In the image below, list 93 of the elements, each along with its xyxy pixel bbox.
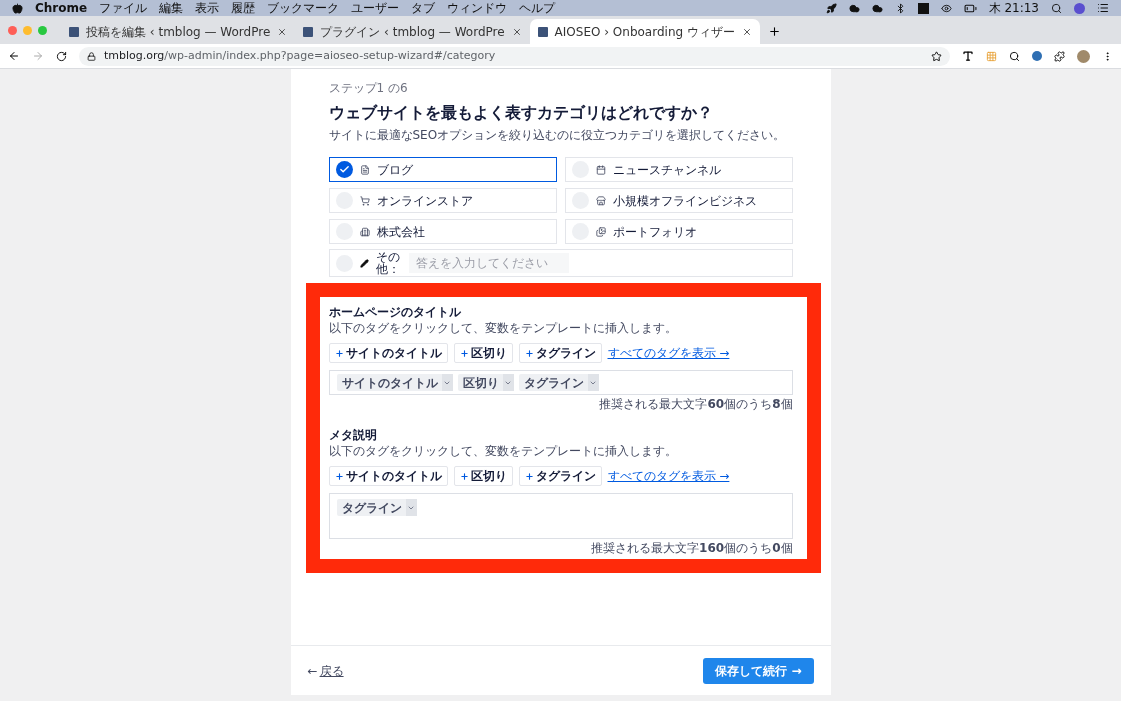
add-tag-button[interactable]: 区切り <box>453 343 513 363</box>
search-icon[interactable] <box>1051 2 1062 14</box>
back-link[interactable]: ← 戻る <box>307 661 344 680</box>
menu-item[interactable]: ウィンドウ <box>447 1 508 15</box>
plus-icon <box>524 471 534 481</box>
tag-chip[interactable]: 区切り <box>457 374 514 391</box>
menu-item[interactable]: 表示 <box>195 1 220 15</box>
tag-chip[interactable]: タグライン <box>518 374 599 391</box>
add-tag-button[interactable]: サイトのタイトル <box>328 466 448 486</box>
category-label: 小規模オフラインビジネス <box>612 192 757 210</box>
add-tag-button[interactable]: タグライン <box>518 466 602 486</box>
storefront-icon <box>595 195 606 206</box>
title-input-field[interactable]: サイトのタイトル 区切り タグライン <box>328 370 793 395</box>
section-help: 以下のタグをクリックして、変数をテンプレートに挿入します。 <box>328 321 678 336</box>
tab-title: プラグイン ‹ tmblog — WordPre <box>320 23 505 41</box>
menu-item[interactable]: ファイル <box>99 1 148 15</box>
tag-chip[interactable]: タグライン <box>336 499 417 516</box>
menu-item[interactable]: ユーザー <box>351 1 400 15</box>
category-option[interactable]: ポートフォリオ <box>564 219 793 244</box>
menu-item[interactable]: 編集 <box>159 1 184 15</box>
menu-item[interactable]: 履歴 <box>231 1 256 15</box>
plus-icon <box>334 471 344 481</box>
close-icon[interactable] <box>511 26 522 37</box>
category-option[interactable]: ニュースチャンネル <box>564 157 793 182</box>
tag-chip[interactable]: サイトのタイトル <box>336 374 453 391</box>
favicon-icon <box>69 26 79 37</box>
favicon-icon <box>537 26 548 37</box>
step-indicator: ステップ1 の6 <box>328 81 409 96</box>
plus-icon <box>334 348 344 358</box>
menu-item[interactable]: タブ <box>411 1 436 15</box>
description-textarea[interactable]: タグライン <box>328 493 793 539</box>
category-option[interactable]: 株式会社 <box>328 219 557 244</box>
view-all-tags-link[interactable]: すべてのタグを表示 → <box>607 344 730 362</box>
back-icon[interactable] <box>8 50 20 62</box>
wizard-title: ウェブサイトを最もよく表すカテゴリはどれですか？ <box>328 102 714 123</box>
text-extension-icon[interactable] <box>962 50 974 62</box>
category-option[interactable]: 小規模オフラインビジネス <box>564 188 793 213</box>
category-label: オンラインストア <box>376 192 473 210</box>
radio-checked[interactable] <box>335 161 353 178</box>
puzzle-icon[interactable] <box>1054 50 1065 62</box>
category-option[interactable]: オンラインストア <box>328 188 557 213</box>
other-label: その他： <box>375 251 401 275</box>
add-tag-button[interactable]: 区切り <box>453 466 513 486</box>
save-continue-button[interactable]: 保存して続行 → <box>703 657 814 684</box>
section-help: 以下のタグをクリックして、変数をテンプレートに挿入します。 <box>328 444 678 459</box>
images-icon <box>595 226 606 237</box>
wizard-subtitle: サイトに最適なSEOオプションを絞り込むのに役立つカテゴリを選択してください。 <box>328 128 787 143</box>
tab-title: 投稿を編集 ‹ tmblog — WordPre <box>86 23 271 41</box>
view-all-tags-link[interactable]: すべてのタグを表示 → <box>607 467 730 485</box>
avatar-icon[interactable] <box>1077 49 1090 63</box>
url-text: tmblog.org/wp-admin/index.php?page=aioseo-setup-wizard#/category <box>104 47 496 64</box>
category-label: 株式会社 <box>376 223 425 241</box>
close-icon[interactable] <box>277 26 288 37</box>
check-icon <box>338 164 350 175</box>
calendar-icon <box>595 164 606 175</box>
clock[interactable]: 木 21:13 <box>988 1 1039 15</box>
tab-title: AIOSEO › Onboarding ウィザー <box>554 23 735 41</box>
url-field[interactable]: tmblog.org/wp-admin/index.php?page=aioseo-setup-wizard#/category <box>79 46 950 66</box>
apple-icon[interactable] <box>12 2 23 14</box>
cart-icon <box>359 195 370 206</box>
rocket-icon[interactable] <box>825 2 837 14</box>
section-title: メタ説明 <box>328 428 378 443</box>
close-icon[interactable] <box>741 26 752 37</box>
other-option[interactable]: その他： 答えを入力してください <box>328 249 793 277</box>
category-label: ニュースチャンネル <box>612 161 721 179</box>
menu-item[interactable]: ブックマーク <box>267 1 340 15</box>
bookmark-star-icon[interactable] <box>931 50 942 62</box>
add-tag-button[interactable]: サイトのタイトル <box>328 343 448 363</box>
browser-tab[interactable]: AIOSEO › Onboarding ウィザー <box>529 19 760 44</box>
siri-icon[interactable] <box>1074 2 1085 14</box>
category-option[interactable]: ブログ <box>328 157 557 182</box>
character-counter: 推奨される最大文字60個のうち8個 <box>599 397 793 412</box>
other-input-field[interactable]: 答えを入力してください <box>408 253 569 273</box>
favicon-icon <box>303 26 314 37</box>
building-icon <box>359 226 370 237</box>
add-tag-button[interactable]: タグライン <box>518 343 602 363</box>
new-tab-icon[interactable] <box>767 25 781 38</box>
plus-icon <box>459 471 469 481</box>
character-counter: 推奨される最大文字160個のうち0個 <box>591 541 793 556</box>
section-title: ホームページのタイトル <box>328 305 462 320</box>
reload-icon[interactable] <box>56 50 67 62</box>
category-label: ポートフォリオ <box>612 223 697 241</box>
plus-icon <box>524 348 534 358</box>
menu-app-name[interactable]: Chrome <box>35 1 88 15</box>
list-icon[interactable] <box>1097 2 1109 14</box>
document-icon <box>359 164 370 175</box>
glasses-icon[interactable] <box>940 2 952 14</box>
lock-icon <box>87 51 96 61</box>
cloud-icon[interactable] <box>848 2 860 14</box>
category-label: ブログ <box>376 161 413 179</box>
menu-item[interactable]: ヘルプ <box>519 1 556 15</box>
pencil-icon <box>359 258 369 268</box>
plus-icon <box>459 348 469 358</box>
